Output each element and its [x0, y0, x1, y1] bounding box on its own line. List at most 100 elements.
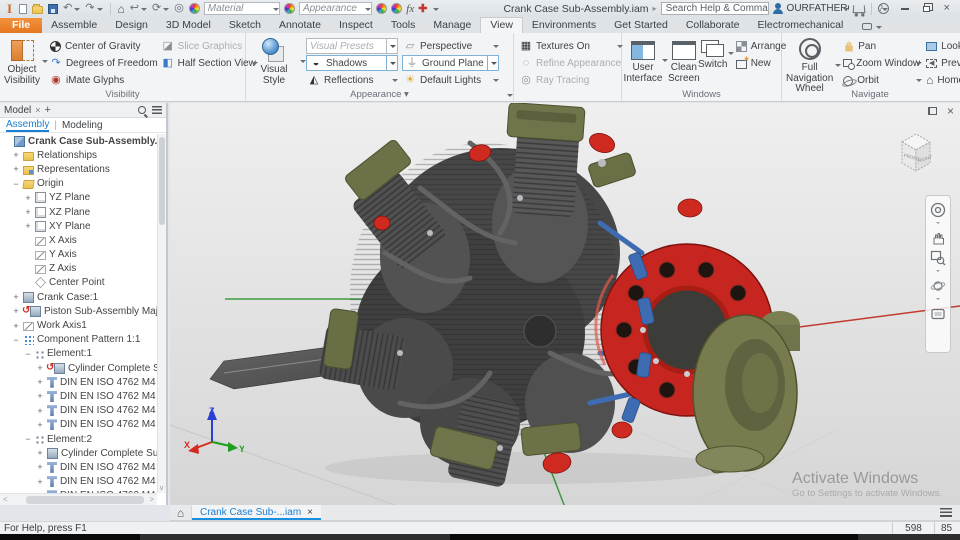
tab-electromechanical[interactable]: Electromechanical	[749, 18, 853, 33]
nav-dropdown-icon[interactable]	[936, 222, 940, 226]
textures-on-button[interactable]: ▦ Textures On	[518, 38, 624, 54]
tab-modeling[interactable]: Modeling	[62, 120, 103, 131]
browser-tab-model[interactable]: Model ×	[4, 105, 41, 116]
store-cart-icon[interactable]	[852, 5, 866, 14]
tab-get-started[interactable]: Get Started	[605, 18, 677, 33]
browser-add-tab-icon[interactable]: +	[45, 104, 51, 116]
redo-icon[interactable]: ↷	[85, 3, 103, 14]
scroll-left-icon[interactable]: <	[0, 495, 11, 504]
tree-item[interactable]: X Axis	[0, 233, 157, 247]
material-dropdown[interactable]: Material	[203, 2, 280, 15]
tree-item[interactable]: + Representations	[0, 162, 157, 176]
scroll-right-icon[interactable]: >	[146, 495, 157, 504]
center-of-gravity-button[interactable]: Center of Gravity	[48, 38, 160, 54]
browser-vertical-scrollbar[interactable]: ∨	[157, 134, 166, 493]
tab-design[interactable]: Design	[106, 18, 157, 33]
home-view-button[interactable]: ⌂ Home View	[924, 72, 960, 88]
document-tab-menu-icon[interactable]	[940, 508, 952, 517]
tree-item[interactable]: − Component Pattern 1:1	[0, 333, 157, 347]
viewport-close-icon[interactable]: ×	[947, 105, 954, 117]
tree-item[interactable]: +DIN EN ISO 4762 M4 x 12:6	[0, 475, 157, 489]
render-wheel-icon[interactable]	[188, 3, 200, 14]
scroll-down-icon[interactable]: ∨	[159, 484, 164, 492]
tab-tools[interactable]: Tools	[382, 18, 425, 33]
pan-icon[interactable]	[929, 229, 947, 247]
nav-dropdown-icon[interactable]	[936, 298, 940, 302]
switch-button[interactable]: Switch	[698, 36, 734, 71]
tree-item[interactable]: +DIN EN ISO 4762 M4 x 12:4	[0, 375, 157, 389]
tree-item[interactable]: +Piston Sub-Assembly Major:1	[0, 304, 157, 318]
tab-assemble[interactable]: Assemble	[42, 18, 106, 33]
default-lights-button[interactable]: ☀ Default Lights	[402, 72, 499, 88]
scrollbar-thumb[interactable]	[159, 137, 165, 225]
tree-item[interactable]: + Crank Case:1	[0, 290, 157, 304]
parameters-fx-icon[interactable]: fx	[406, 3, 414, 15]
tab-environments[interactable]: Environments	[523, 18, 605, 33]
imate-glyphs-button[interactable]: ◉ iMate Glyphs	[48, 72, 160, 88]
document-tab-active[interactable]: Crank Case Sub-...iam ×	[192, 505, 321, 520]
document-tab-close-icon[interactable]: ×	[307, 507, 313, 518]
scrollbar-thumb[interactable]	[26, 496, 144, 504]
color-wheel-icon[interactable]	[283, 3, 295, 14]
browser-menu-icon[interactable]	[152, 106, 162, 114]
reflections-button[interactable]: ◭ Reflections	[306, 72, 398, 88]
help-icon[interactable]: ?	[877, 3, 889, 14]
restore-button[interactable]	[922, 5, 930, 12]
tab-sketch[interactable]: Sketch	[220, 18, 270, 33]
select-icon[interactable]: ◎	[174, 3, 184, 14]
browser-tab-close-icon[interactable]: ×	[35, 105, 40, 115]
adjust-color-icon[interactable]	[376, 3, 388, 14]
tree-item[interactable]: +Cylinder Complete Sub-A:	[0, 361, 157, 375]
ground-plane-button[interactable]: ⏚ Ground Plane	[402, 55, 499, 71]
tab-inspect[interactable]: Inspect	[330, 18, 382, 33]
half-section-view-button[interactable]: ◧ Half Section View	[160, 55, 259, 71]
return-icon[interactable]: ↩	[130, 3, 148, 14]
inventor-logo-icon[interactable]: I	[4, 1, 15, 17]
graphics-viewport[interactable]: × FRONT RIGHT Z Y X Activate Windows Go …	[170, 103, 960, 505]
object-visibility-button[interactable]: Object Visibility	[4, 36, 48, 86]
tab-manage[interactable]: Manage	[424, 18, 480, 33]
navigation-wheel-icon[interactable]	[929, 201, 947, 219]
tree-item[interactable]: + Relationships	[0, 148, 157, 162]
user-account-icon[interactable]	[772, 3, 783, 14]
update-icon[interactable]: ⟳	[152, 3, 170, 14]
account-name[interactable]: OURFATHERC...	[787, 3, 849, 14]
tab-collaborate[interactable]: Collaborate	[677, 18, 749, 33]
nav-dropdown-icon[interactable]	[936, 270, 940, 274]
tree-item[interactable]: + XY Plane	[0, 219, 157, 233]
tree-item[interactable]: + XZ Plane	[0, 205, 157, 219]
tree-item[interactable]: +DIN EN ISO 4762 M4 x 12:3	[0, 404, 157, 418]
previous-view-button[interactable]: ◀ Previous	[924, 55, 960, 71]
pan-button[interactable]: Pan	[841, 38, 922, 54]
ribbon-display-options[interactable]	[862, 23, 883, 33]
new-file-icon[interactable]	[19, 3, 28, 14]
close-button[interactable]: ×	[944, 3, 950, 14]
tree-item[interactable]: − Element:2	[0, 432, 157, 446]
tree-item[interactable]: +DIN EN ISO 4762 M4 x 12:2	[0, 418, 157, 432]
orbit-icon[interactable]	[929, 277, 947, 295]
appearance-dropdown[interactable]: Appearance	[298, 2, 373, 15]
document-home-icon[interactable]: ⌂	[170, 505, 192, 520]
look-at-icon[interactable]	[929, 305, 947, 323]
panel-label-appearance[interactable]: Appearance ▾	[246, 89, 513, 101]
undo-icon[interactable]: ↶	[63, 3, 81, 14]
tree-item[interactable]: + YZ Plane	[0, 191, 157, 205]
perspective-button[interactable]: ▱ Perspective	[402, 38, 499, 54]
search-input[interactable]: Search Help & Commands...	[660, 2, 769, 15]
tab-view[interactable]: View	[480, 17, 523, 33]
tree-item[interactable]: +DIN EN ISO 4762 M4 x 12:5	[0, 460, 157, 474]
tree-item[interactable]: Center Point	[0, 276, 157, 290]
title-flyout-icon[interactable]: ▸	[653, 4, 657, 13]
tab-file[interactable]: File	[0, 18, 43, 33]
tree-item[interactable]: − Origin	[0, 177, 157, 191]
tab-3d-model[interactable]: 3D Model	[157, 18, 220, 33]
clear-color-icon[interactable]	[391, 3, 403, 14]
zoom-window-button[interactable]: Zoom Window	[841, 55, 923, 71]
minimize-button[interactable]	[900, 7, 909, 10]
tree-item[interactable]: Crank Case Sub-Assembly.iam	[0, 134, 157, 148]
tree-item[interactable]: Y Axis	[0, 248, 157, 262]
visual-style-button[interactable]: Visual Style	[250, 36, 306, 86]
user-interface-button[interactable]: User Interface	[624, 36, 668, 84]
tree-item[interactable]: +DIN EN ISO 4762 M4 x 12:1	[0, 389, 157, 403]
tree-item[interactable]: − Element:1	[0, 347, 157, 361]
